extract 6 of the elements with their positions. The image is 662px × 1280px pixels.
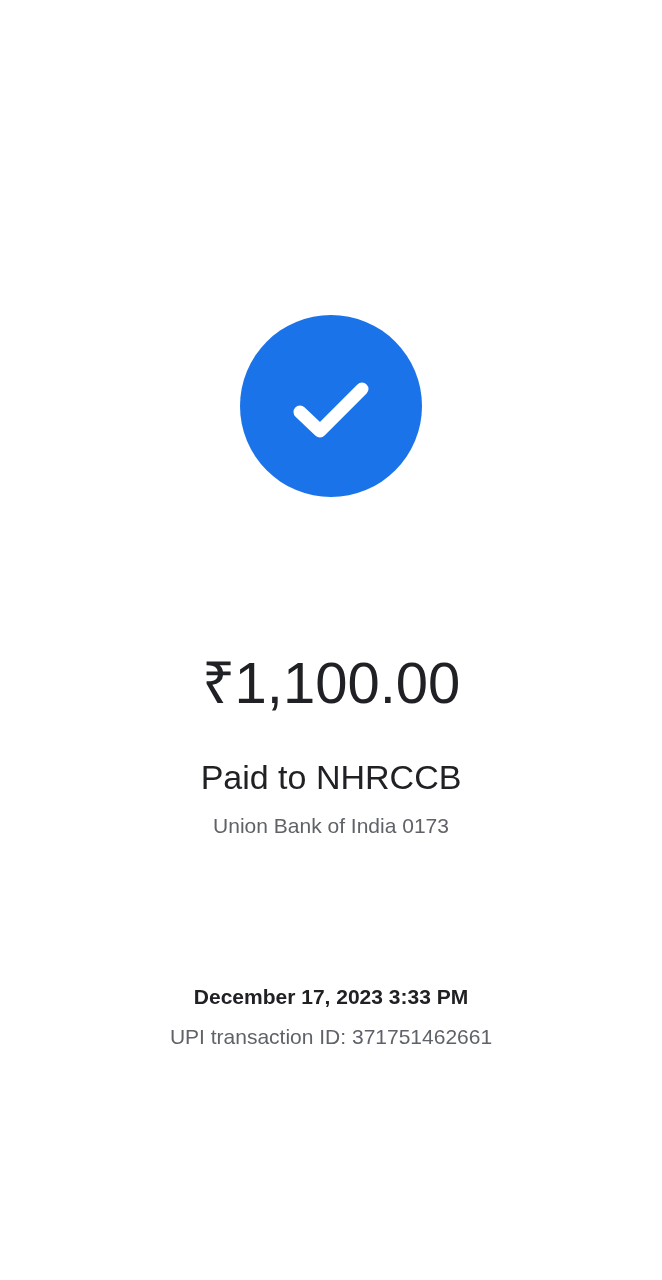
payee-name: Paid to NHRCCB	[200, 757, 462, 798]
success-check-icon	[240, 315, 422, 497]
bank-account: Union Bank of India 0173	[213, 813, 449, 839]
transaction-date: December 17, 2023 3:33 PM	[193, 984, 469, 1010]
amount: ₹1,100.00	[201, 649, 461, 717]
transaction-id: UPI transaction ID: 371751462661	[169, 1024, 493, 1050]
